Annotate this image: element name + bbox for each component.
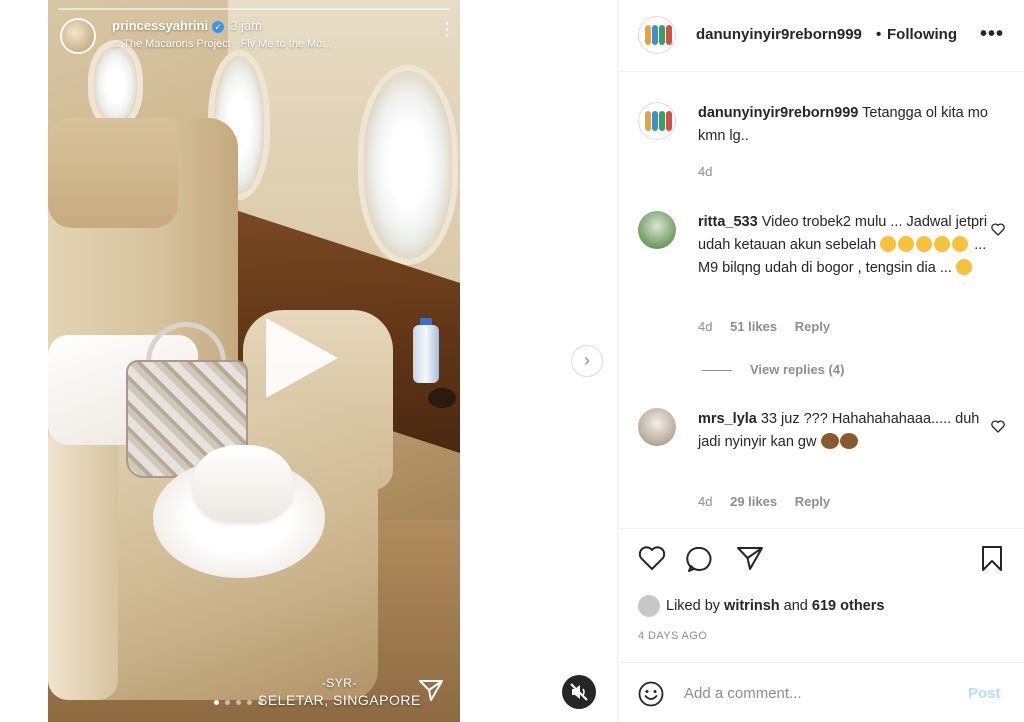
- comment-username[interactable]: mrs_lyla: [698, 411, 757, 427]
- like-comment-heart-icon[interactable]: [991, 223, 1005, 236]
- story-video[interactable]: princessyahrini ✓ 3 jam ♫ The Macarons Pro…: [48, 0, 460, 722]
- comment-text: ritta_533 Video trobek2 mulu ... Jadwal …: [698, 211, 988, 280]
- verified-badge-icon: ✓: [212, 20, 225, 33]
- more-options-icon[interactable]: •••: [980, 24, 1004, 44]
- like-comment-heart-icon[interactable]: [991, 420, 1005, 433]
- hat-crown: [193, 445, 293, 523]
- story-pagination: [214, 700, 263, 705]
- comment-text: mrs_lyla 33 juz ??? Hahahahahaaa..... du…: [698, 408, 988, 454]
- play-icon[interactable]: [266, 318, 338, 398]
- avatar[interactable]: [638, 102, 676, 140]
- cabin-window: [358, 65, 458, 265]
- mute-button[interactable]: [562, 675, 596, 709]
- comment-time[interactable]: 4d: [698, 164, 712, 179]
- location-sticker: -SYR- SELETAR, SINGAPORE: [258, 676, 421, 708]
- reply-button[interactable]: Reply: [795, 494, 830, 509]
- comment-meta: 4d: [698, 164, 726, 179]
- like-heart-icon[interactable]: [638, 545, 666, 571]
- post-actions: Liked by witrinsh and 619 others 4 DAYS …: [618, 528, 1024, 660]
- comment-time[interactable]: 4d: [698, 494, 712, 509]
- avatar[interactable]: [638, 408, 676, 446]
- story-avatar[interactable]: [60, 18, 96, 54]
- liked-by-and: and: [783, 597, 808, 614]
- story-header: princessyahrini ✓ 3 jam ♫ The Macarons Pro…: [60, 16, 456, 56]
- comment-username[interactable]: ritta_533: [698, 214, 758, 230]
- post-header: danunyinyir9reborn999 • Following •••: [618, 0, 1024, 72]
- seat-headrest: [48, 118, 178, 228]
- story-username-row[interactable]: princessyahrini ✓ 3 jam: [112, 18, 262, 33]
- comment-username[interactable]: danunyinyir9reborn999: [698, 105, 858, 121]
- view-replies-label[interactable]: View replies (4): [750, 362, 844, 377]
- cup-holder: [428, 388, 456, 408]
- laughing-emoji-icon: [898, 236, 915, 252]
- avatar[interactable]: [638, 211, 676, 249]
- send-icon[interactable]: [418, 678, 444, 702]
- location-tag: -SYR-: [321, 676, 357, 690]
- story-dot: [236, 700, 241, 705]
- story-more-icon[interactable]: ⋮: [438, 20, 456, 38]
- avatar: [638, 595, 660, 617]
- save-bookmark-icon[interactable]: [980, 545, 1004, 573]
- emoji-icon[interactable]: [638, 681, 664, 707]
- liked-by-others[interactable]: 619 others: [812, 598, 885, 614]
- story-dot: [247, 700, 252, 705]
- post-media-area: princessyahrini ✓ 3 jam ♫ The Macarons Pro…: [0, 0, 617, 722]
- comment-input[interactable]: [684, 681, 954, 705]
- see-no-evil-monkey-icon: [839, 433, 858, 449]
- following-button[interactable]: Following: [887, 26, 957, 43]
- story-username[interactable]: princessyahrini: [112, 18, 208, 33]
- laughing-emoji-icon: [916, 236, 933, 252]
- laughing-emoji-icon: [952, 236, 969, 252]
- liked-by-prefix: Liked by: [666, 597, 721, 614]
- liked-by-user[interactable]: witrinsh: [724, 598, 780, 614]
- post-panel: danunyinyir9reborn999 • Following ••• da…: [617, 0, 1024, 722]
- reply-button[interactable]: Reply: [795, 319, 830, 334]
- comment-text: danunyinyir9reborn999 Tetangga ol kita m…: [698, 102, 988, 148]
- see-no-evil-monkey-icon: [820, 433, 839, 449]
- speaker-muted-icon: [570, 683, 588, 701]
- post-comment-button[interactable]: Post: [968, 685, 1001, 702]
- add-comment-bar: Post: [618, 662, 1024, 722]
- laughing-emoji-icon: [934, 236, 951, 252]
- comment-likes[interactable]: 51 likes: [730, 319, 777, 334]
- story-dot: [214, 700, 219, 705]
- story-dot: [225, 700, 230, 705]
- laughing-emoji-icon: [880, 236, 897, 252]
- winking-emoji-icon: [955, 259, 972, 275]
- post-author-username[interactable]: danunyinyir9reborn999: [696, 26, 862, 43]
- comment-icon[interactable]: [686, 545, 714, 573]
- separator-dot: •: [876, 26, 882, 43]
- story-dot: [258, 700, 263, 705]
- story-progress-bar: [58, 8, 450, 10]
- share-icon[interactable]: [736, 545, 764, 571]
- comment-time[interactable]: 4d: [698, 319, 712, 334]
- view-replies-button[interactable]: View replies (4): [702, 362, 844, 377]
- comment-meta: 4d 29 likes Reply: [698, 494, 844, 509]
- story-time: 3 jam: [230, 18, 262, 33]
- comment-likes[interactable]: 29 likes: [730, 494, 777, 509]
- next-media-button[interactable]: ›: [571, 345, 603, 377]
- post-date[interactable]: 4 DAYS AGO: [638, 630, 707, 642]
- view-replies-line: [702, 370, 732, 372]
- comments-list: danunyinyir9reborn999 Tetangga ol kita m…: [618, 73, 1024, 528]
- avatar[interactable]: [638, 16, 676, 54]
- seat-armrest-left: [48, 420, 118, 700]
- water-bottle: [413, 325, 439, 383]
- likes-summary[interactable]: Liked by witrinsh and 619 others: [638, 595, 884, 617]
- comment-meta: 4d 51 likes Reply: [698, 319, 844, 334]
- location-text: SELETAR, SINGAPORE: [258, 692, 421, 708]
- story-music[interactable]: ♫ The Macarons Project · Fly Me to the M…: [112, 38, 332, 50]
